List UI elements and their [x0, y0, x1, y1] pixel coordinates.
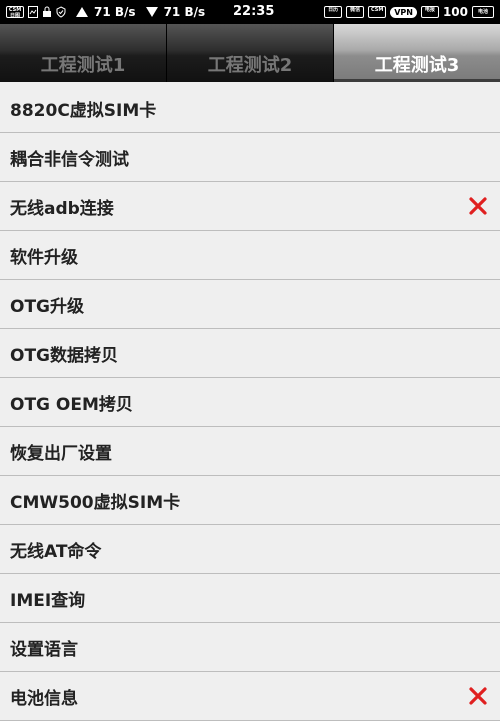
list-item-coupling-nonsignaling-test[interactable]: 耦合非信令测试 [0, 133, 500, 182]
shield-icon [56, 6, 66, 18]
clock: 22:35 [233, 4, 275, 19]
download-arrow-icon [145, 7, 158, 17]
tab-engineering-test-3[interactable]: 工程测试3 [334, 24, 500, 82]
image-notification-icon [28, 6, 38, 18]
upload-arrow-icon [76, 7, 88, 17]
list-item-label: 无线AT命令 [10, 541, 102, 562]
tab-bar: 工程测试1 工程测试2 工程测试3 [0, 24, 500, 82]
list-item-wireless-at-command[interactable]: 无线AT命令 [0, 525, 500, 574]
list-item-label: 耦合非信令测试 [10, 149, 129, 170]
battery-level: 100 [442, 5, 468, 19]
list-item-label: 无线adb连接 [10, 198, 114, 219]
list-item-wireless-adb[interactable]: 无线adb连接 [0, 182, 500, 231]
tab-label: 工程测试1 [40, 55, 126, 76]
list-item-label: 8820C虚拟SIM卡 [10, 100, 157, 121]
list-item-otg-oem-copy[interactable]: OTG OEM拷贝 [0, 378, 500, 427]
telegram-icon: 电报 [420, 6, 439, 18]
status-bar-left: CSM 日图 71 B/s 71 B/s [6, 0, 211, 24]
list-item-8820c-virtual-sim[interactable]: 8820C虚拟SIM卡 [0, 84, 500, 133]
upload-speed: 71 B/s [94, 5, 136, 19]
list-item-software-upgrade[interactable]: 软件升级 [0, 231, 500, 280]
list-item-label: 恢复出厂设置 [10, 443, 112, 464]
list-item-label: OTG升级 [10, 296, 85, 317]
list-item-otg-data-copy[interactable]: OTG数据拷贝 [0, 329, 500, 378]
test-menu-list: 8820C虚拟SIM卡 耦合非信令测试 无线adb连接 软件升级 OTG升级 O… [0, 84, 500, 721]
list-item-label: IMEI查询 [10, 590, 86, 611]
tab-engineering-test-2[interactable]: 工程测试2 [167, 24, 334, 82]
list-item-set-language[interactable]: 设置语言 [0, 623, 500, 672]
lock-icon [43, 6, 51, 17]
list-item-label: CMW500虚拟SIM卡 [10, 492, 181, 513]
list-item-battery-info[interactable]: 电池信息 [0, 672, 500, 721]
battery-icon: 电池 [472, 6, 494, 18]
tab-label: 工程测试3 [374, 55, 460, 76]
tab-label: 工程测试2 [207, 55, 293, 76]
list-item-label: 设置语言 [10, 639, 78, 660]
list-item-factory-reset[interactable]: 恢复出厂设置 [0, 427, 500, 476]
list-item-label: OTG OEM拷贝 [10, 394, 133, 415]
list-item-label: 电池信息 [10, 688, 78, 709]
close-icon[interactable] [468, 196, 488, 216]
list-item-label: 软件升级 [10, 247, 78, 268]
status-bar-right: 日历 微信 CSM VPN 电报 100 电池 [324, 0, 494, 24]
list-item-imei-query[interactable]: IMEI查询 [0, 574, 500, 623]
sim-icon: CSM [368, 6, 387, 18]
download-speed: 71 B/s [163, 5, 206, 19]
wechat-icon: 微信 [346, 6, 365, 18]
status-bar: CSM 日图 71 B/s 71 B/s 22:35 日历 微信 CSM VPN… [0, 0, 500, 24]
notification-app-icon: CSM 日图 [6, 6, 24, 18]
tab-engineering-test-1[interactable]: 工程测试1 [0, 24, 167, 82]
calendar-icon: 日历 [324, 6, 343, 18]
vpn-icon: VPN [390, 6, 417, 18]
list-item-otg-upgrade[interactable]: OTG升级 [0, 280, 500, 329]
list-item-label: OTG数据拷贝 [10, 345, 119, 366]
list-item-cmw500-virtual-sim[interactable]: CMW500虚拟SIM卡 [0, 476, 500, 525]
close-icon[interactable] [468, 686, 488, 706]
